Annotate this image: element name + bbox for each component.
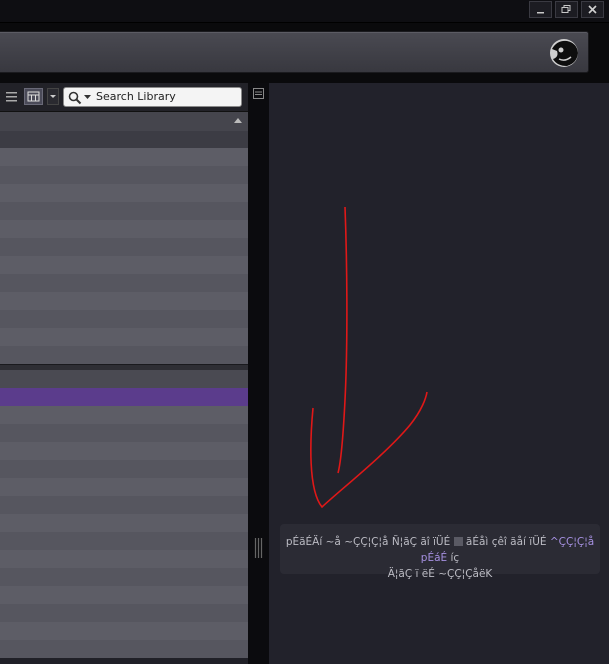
sort-ascending-icon <box>234 118 242 123</box>
list-item[interactable] <box>0 478 248 496</box>
list-item[interactable] <box>0 532 248 550</box>
list-item[interactable] <box>0 256 248 274</box>
toolbar-panel <box>0 31 589 73</box>
list-item[interactable] <box>0 238 248 256</box>
minimize-button[interactable] <box>529 1 552 18</box>
search-dropdown-icon[interactable] <box>84 95 91 100</box>
grip-icon[interactable] <box>254 538 263 558</box>
list-view-icon <box>6 92 17 102</box>
details-view-button[interactable] <box>24 88 43 105</box>
list-item[interactable] <box>0 328 248 346</box>
title-bar <box>0 0 609 23</box>
list-item[interactable] <box>0 460 248 478</box>
library-list <box>0 148 248 364</box>
list-item[interactable] <box>0 310 248 328</box>
logo-icon[interactable] <box>547 37 581 69</box>
list-item[interactable] <box>0 202 248 220</box>
list-item[interactable] <box>0 406 248 424</box>
chevron-down-icon <box>50 95 56 98</box>
message-line2: Ä¦ãÇ ï ëÉ ~ÇÇ¦ÇåëK <box>387 568 493 580</box>
list-item[interactable] <box>0 442 248 460</box>
list-item[interactable] <box>0 346 248 364</box>
list-pane-icon[interactable] <box>253 88 264 99</box>
list-item[interactable] <box>0 424 248 442</box>
list-item[interactable] <box>0 622 248 640</box>
search-placeholder: Search Library <box>96 90 176 103</box>
empty-list-message: pÉãÉÄí ~å ~ÇÇ¦Ç¦å Ñ¦ãÇ ãî ïÜÉ ãÉåì çêî ã… <box>280 524 600 580</box>
search-icon <box>68 91 82 105</box>
message-text: pÉãÉÄí ~å ~ÇÇ¦Ç¦å Ñ¦ãÇ ãî ïÜÉ ãÉåì çêî ã… <box>280 534 600 582</box>
close-button[interactable] <box>581 1 604 18</box>
message-line1-middle: ãÉåì çêî ãåí ïÜÉ <box>462 536 550 548</box>
list-item[interactable] <box>0 274 248 292</box>
close-icon <box>588 5 597 14</box>
restore-icon <box>561 5 571 13</box>
library-list-secondary <box>0 406 248 658</box>
list-item[interactable] <box>0 604 248 622</box>
minimize-icon <box>537 12 544 14</box>
player-toolbar <box>0 23 609 83</box>
list-item[interactable] <box>0 514 248 532</box>
list-item[interactable] <box>0 568 248 586</box>
pane-splitter[interactable] <box>248 83 269 664</box>
list-view-button[interactable] <box>2 88 21 105</box>
restore-button[interactable] <box>555 1 578 18</box>
list-item[interactable] <box>0 220 248 238</box>
group-header[interactable] <box>0 370 248 388</box>
message-line1-prefix: pÉãÉÄí ~å ~ÇÇ¦Ç¦å Ñ¦ãÇ ãî ïÜÉ <box>285 536 454 548</box>
list-item[interactable] <box>0 640 248 658</box>
list-item[interactable] <box>0 550 248 568</box>
list-item[interactable] <box>0 166 248 184</box>
list-item[interactable] <box>0 496 248 514</box>
column-header[interactable] <box>0 112 248 131</box>
details-view-icon <box>27 91 40 102</box>
view-options-button[interactable] <box>47 88 59 105</box>
search-library-input[interactable]: Search Library <box>63 87 242 107</box>
file-icon <box>453 537 463 546</box>
annotation-arrow <box>310 206 428 509</box>
message-line1-suffix: íç <box>447 552 460 564</box>
column-subheader <box>0 131 248 148</box>
list-item[interactable] <box>0 184 248 202</box>
list-item[interactable] <box>0 586 248 604</box>
selected-list-item[interactable] <box>0 388 248 406</box>
list-item[interactable] <box>0 292 248 310</box>
list-item[interactable] <box>0 148 248 166</box>
